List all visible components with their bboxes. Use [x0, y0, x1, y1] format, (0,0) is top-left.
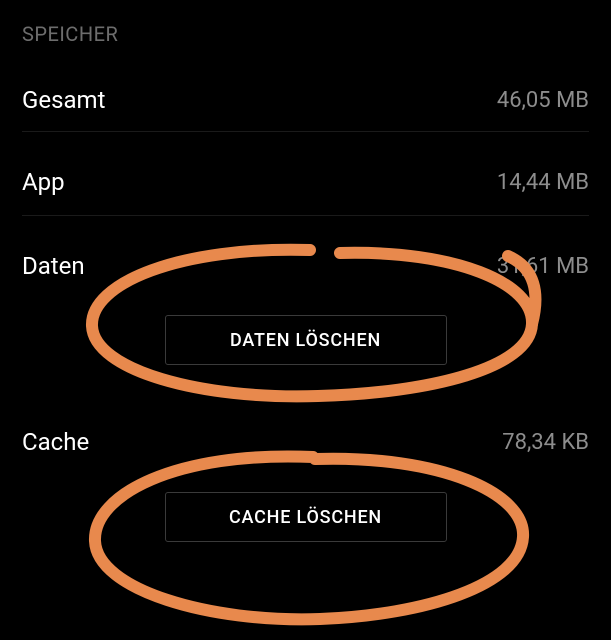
label-cache: Cache: [22, 428, 89, 456]
value-app: 14,44 MB: [497, 170, 589, 195]
label-total: Gesamt: [22, 86, 105, 114]
clear-cache-button[interactable]: CACHE LÖSCHEN: [165, 492, 447, 542]
row-app: App 14,44 MB: [22, 168, 589, 196]
label-app: App: [22, 168, 65, 196]
label-data: Daten: [22, 252, 85, 280]
value-data: 31,61 MB: [497, 254, 589, 279]
clear-data-button-label: DATEN LÖSCHEN: [230, 330, 381, 351]
divider: [22, 131, 589, 132]
storage-settings-screen: SPEICHER Gesamt 46,05 MB App 14,44 MB Da…: [0, 0, 611, 640]
row-data: Daten 31,61 MB: [22, 252, 589, 280]
row-total: Gesamt 46,05 MB: [22, 86, 589, 114]
value-cache: 78,34 KB: [502, 430, 589, 455]
clear-cache-button-label: CACHE LÖSCHEN: [229, 507, 382, 528]
divider: [22, 215, 589, 216]
section-header-storage: SPEICHER: [22, 22, 118, 46]
row-cache: Cache 78,34 KB: [22, 428, 589, 456]
value-total: 46,05 MB: [497, 88, 589, 113]
clear-data-button[interactable]: DATEN LÖSCHEN: [165, 315, 447, 365]
